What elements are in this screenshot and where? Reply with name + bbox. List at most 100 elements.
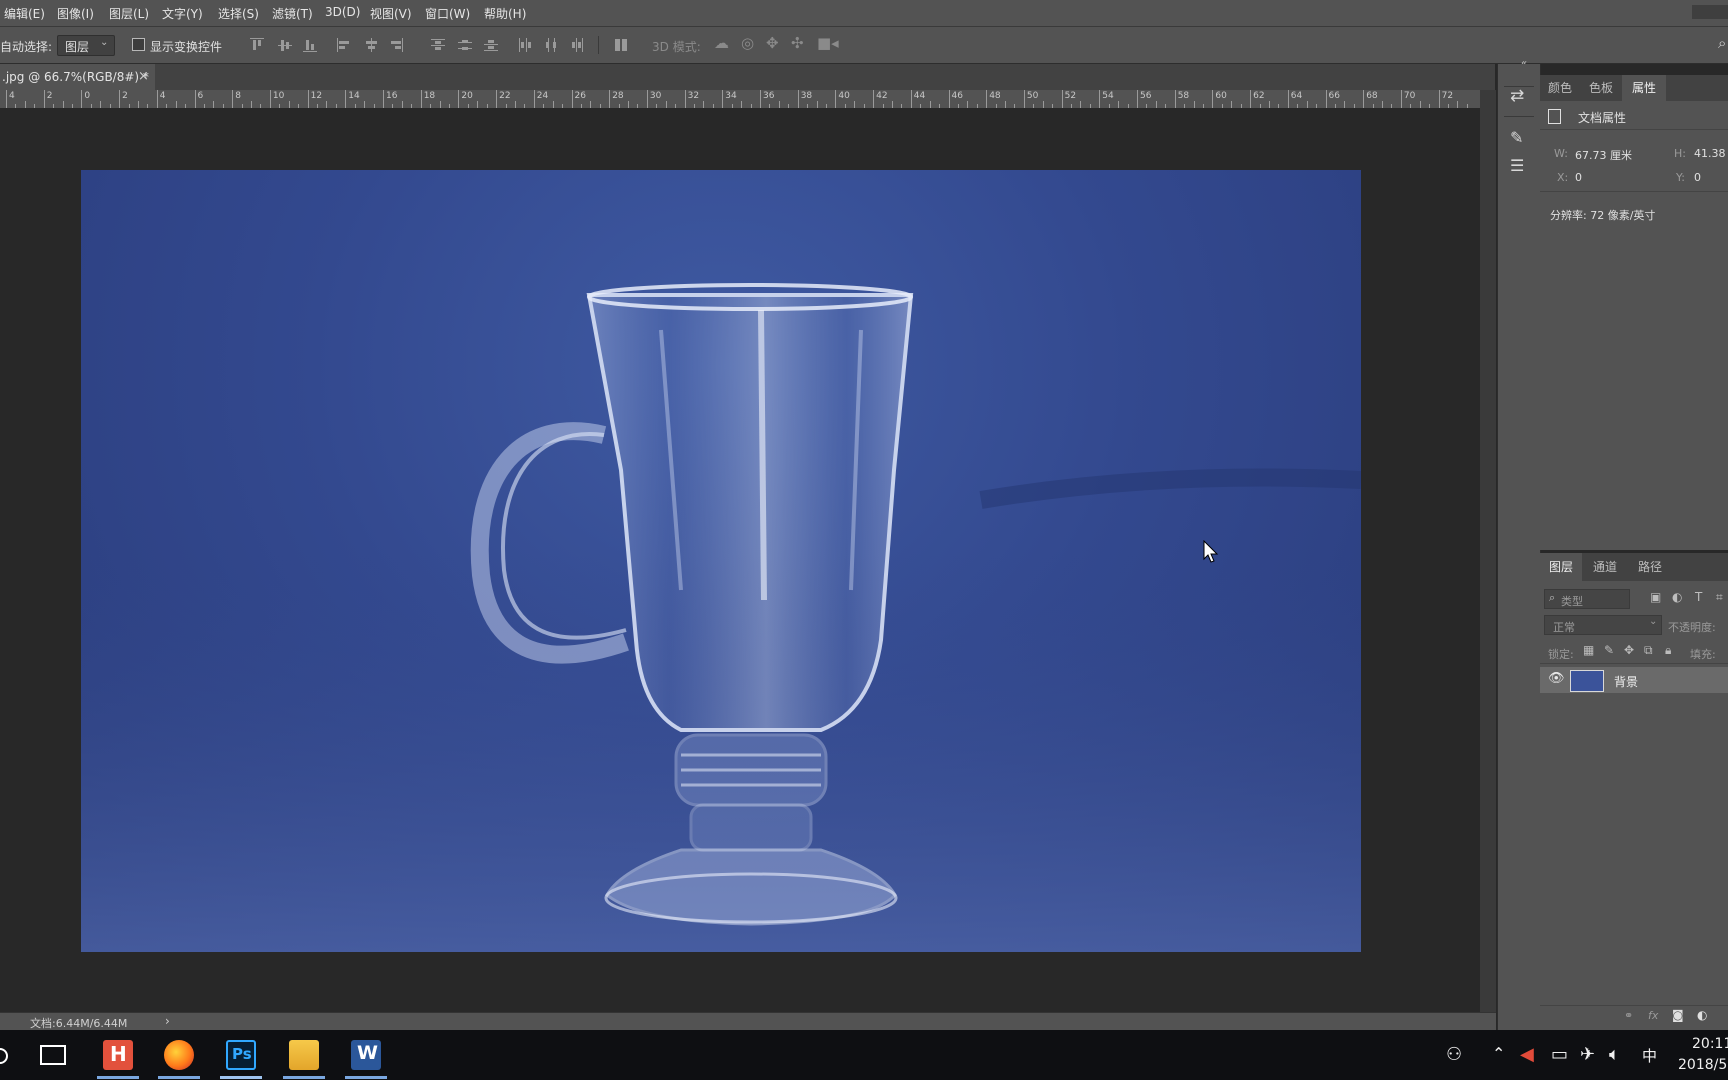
align-vcenter-icon[interactable] [278,38,292,52]
ime-indicator[interactable]: 中 [1642,1045,1657,1066]
eye-icon[interactable]: 👁︎ [1548,671,1565,686]
ruler-major-tick [81,90,83,108]
vertical-scrollbar[interactable] [1480,90,1496,1012]
document-image[interactable] [81,170,1361,952]
auto-align-icon[interactable] [614,38,628,52]
running-indicator [283,1076,325,1079]
chevron-up-icon[interactable]: ⌃ [1492,1044,1505,1063]
menu-filter[interactable]: 滤镜(T) [272,5,313,22]
search-icon[interactable] [0,1048,8,1064]
menu-layer[interactable]: 图层(L) [109,5,149,22]
ruler-label: 30 [649,91,662,101]
blend-mode-dropdown[interactable]: 正常 ⌄ [1544,615,1662,635]
menu-edit[interactable]: 编辑(E) [4,5,45,22]
align-bottom-icon[interactable] [303,38,317,52]
search-icon[interactable]: ⌕ [1718,34,1726,52]
people-icon[interactable]: ⚇ [1446,1044,1462,1065]
word-icon[interactable]: W [351,1040,381,1070]
volume-icon[interactable]: 🔈︎ [1609,1044,1620,1065]
image-filter-icon[interactable]: ▣ [1650,590,1661,604]
lock-all-icon[interactable]: 🔒︎ [1665,643,1671,658]
align-top-icon[interactable] [250,38,264,52]
add-mask-icon[interactable]: ◙ [1672,1008,1684,1022]
menu-help[interactable]: 帮助(H) [484,5,526,22]
ruler-minor-tick [816,101,818,108]
distribute-right-icon[interactable] [570,38,584,52]
menu-window[interactable]: 窗口(W) [425,5,470,22]
ruler-minor-tick [628,101,630,108]
close-icon[interactable]: × [138,69,149,84]
align-left-icon[interactable] [337,38,351,52]
ruler-minor-tick [854,101,856,108]
distribute-vcenter-icon[interactable] [458,38,472,52]
ruler-minor-tick [1042,101,1044,108]
layer-row-background[interactable]: 👁︎ 背景 [1540,667,1728,693]
menu-3d[interactable]: 3D(D) [325,5,360,19]
align-hcenter-icon[interactable] [364,38,378,52]
menu-view[interactable]: 视图(V) [370,5,412,22]
type-filter-icon[interactable]: T [1695,590,1702,604]
tab-color[interactable]: 颜色 [1540,75,1580,101]
history-icon[interactable]: ⇄ [1510,86,1524,106]
layer-filter-field[interactable]: ⌕ 类型 [1544,589,1630,609]
height-value[interactable]: 41.38 [1694,147,1726,160]
document-tab[interactable]: .jpg @ 66.7%(RGB/8#) * × [0,64,155,90]
battery-icon[interactable]: ▭ [1551,1044,1568,1065]
tab-channels[interactable]: 通道 [1582,553,1628,581]
ruler-major-tick [760,90,761,108]
ruler-minor-tick [1457,101,1459,108]
ruler-minor-tick [1344,101,1346,108]
distribute-left-icon[interactable] [518,38,532,52]
ruler-major-tick [1061,90,1063,108]
fx-icon[interactable]: fx [1648,1009,1658,1022]
adjustments-icon[interactable]: ☰ [1510,156,1524,175]
x-value[interactable]: 0 [1575,171,1582,184]
drag-3d-icon[interactable]: ✥ [766,34,779,52]
firefox-icon[interactable] [164,1040,194,1070]
new-adjustment-icon[interactable]: ◐ [1697,1008,1707,1022]
rotate-3d-icon[interactable]: ☁ [714,34,729,52]
mode-3d-label: 3D 模式: [652,40,701,54]
photoshop-icon[interactable]: Ps [226,1040,256,1070]
window-controls[interactable] [1692,5,1728,19]
tab-paths[interactable]: 路径 [1628,553,1672,581]
ruler-major-tick [986,90,988,108]
show-transform-checkbox[interactable] [132,38,145,51]
ruler-major-tick [43,90,45,108]
menu-type[interactable]: 文字(Y) [162,5,203,22]
lock-transparent-icon[interactable]: ▦ [1583,643,1594,657]
brush-settings-icon[interactable]: ✎ [1510,128,1523,147]
align-right-icon[interactable] [389,38,403,52]
distribute-hcenter-icon[interactable] [544,38,558,52]
menu-image[interactable]: 图像(I) [57,5,94,22]
link-layers-icon[interactable]: ⚭ [1624,1009,1633,1022]
auto-select-dropdown[interactable]: 图层 ⌄ [57,35,115,56]
scale-3d-icon[interactable]: ■◂ [817,34,839,52]
h-app-icon[interactable]: H [103,1040,133,1070]
width-value[interactable]: 67.73 厘米 [1575,147,1632,163]
lock-artboard-icon[interactable]: ⧉ [1644,643,1653,658]
shape-filter-icon[interactable]: ⌗ [1716,590,1723,605]
alert-icon[interactable]: ◀ [1520,1044,1534,1065]
adjustment-filter-icon[interactable]: ◐ [1672,590,1682,604]
roll-3d-icon[interactable]: ◎ [741,34,754,52]
lock-pixels-icon[interactable]: ✎ [1604,643,1614,657]
distribute-top-icon[interactable] [431,38,445,52]
clock-date[interactable]: 2018/5 [1678,1057,1727,1073]
clock-time[interactable]: 20:11 [1692,1036,1728,1052]
y-value[interactable]: 0 [1694,171,1701,184]
distribute-bottom-icon[interactable] [484,38,498,52]
airplane-mode-icon[interactable]: ✈ [1580,1044,1595,1065]
task-view-icon[interactable] [40,1045,66,1065]
menu-select[interactable]: 选择(S) [218,5,259,22]
slide-3d-icon[interactable]: ✣ [791,34,804,52]
ruler-minor-tick [891,101,893,108]
ruler-major-tick [1250,90,1252,108]
tab-swatches[interactable]: 色板 [1580,75,1622,101]
file-explorer-icon[interactable] [289,1040,319,1070]
ruler-major-tick [1438,90,1440,108]
tab-layers[interactable]: 图层 [1540,553,1582,581]
tab-properties[interactable]: 属性 [1622,75,1666,101]
status-menu-arrow[interactable]: › [165,1014,170,1028]
lock-position-icon[interactable]: ✥ [1624,643,1634,657]
